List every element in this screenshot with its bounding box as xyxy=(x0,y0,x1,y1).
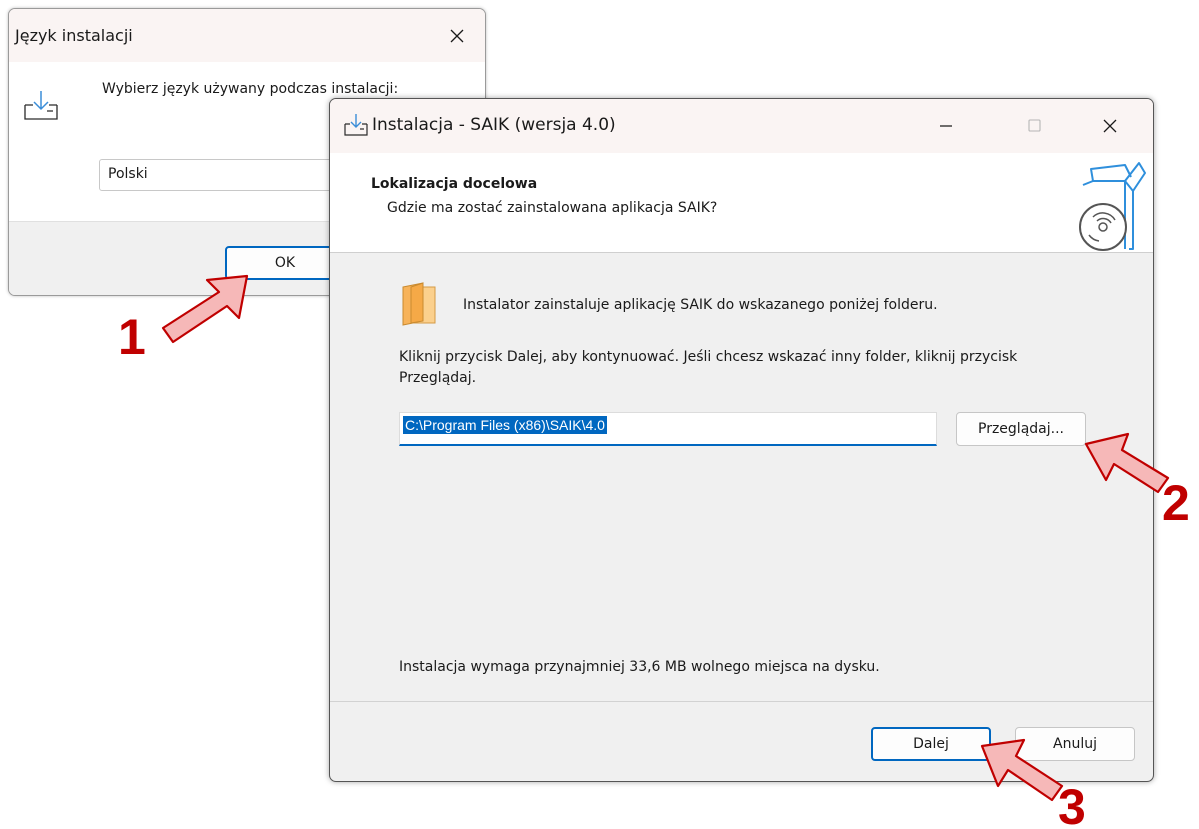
instructions-text: Kliknij przycisk Dalej, aby kontynuować.… xyxy=(399,349,1018,386)
step-3-label: 3 xyxy=(1058,779,1086,829)
footer-divider xyxy=(330,701,1153,702)
next-button[interactable]: Dalej xyxy=(871,727,991,761)
step-1-label: 1 xyxy=(118,309,146,365)
install-path-value: C:\Program Files (x86)\SAIK\4.0 xyxy=(403,416,607,434)
language-dialog-title: Język instalacji xyxy=(15,26,133,45)
install-icon xyxy=(344,114,368,136)
destination-info: Instalator zainstaluje aplikację SAIK do… xyxy=(463,297,938,313)
language-select-value: Polski xyxy=(108,166,148,182)
step-3-arrow xyxy=(980,738,1064,802)
install-path-input[interactable]: C:\Program Files (x86)\SAIK\4.0 xyxy=(399,412,937,446)
installer-titlebar[interactable]: Instalacja - SAIK (wersja 4.0) xyxy=(330,99,1153,153)
install-icon xyxy=(24,91,58,120)
language-dialog-titlebar[interactable]: Język instalacji xyxy=(9,9,485,62)
folder-icon xyxy=(402,282,436,326)
browse-button[interactable]: Przeglądaj... xyxy=(956,412,1086,446)
installer-title: Instalacja - SAIK (wersja 4.0) xyxy=(372,115,616,135)
page-subtitle: Gdzie ma zostać zainstalowana aplikacja … xyxy=(387,200,718,216)
installer-window: Instalacja - SAIK (wersja 4.0) Lokalizac… xyxy=(329,98,1154,782)
language-prompt: Wybierz język używany podczas instalacji… xyxy=(102,81,399,97)
close-icon[interactable] xyxy=(437,17,477,55)
step-2-arrow xyxy=(1084,432,1170,494)
maximize-icon[interactable] xyxy=(1012,107,1056,145)
disk-space-requirement: Instalacja wymaga przynajmniej 33,6 MB w… xyxy=(399,659,880,675)
close-icon[interactable] xyxy=(1088,107,1132,145)
wizard-header: Lokalizacja docelowa Gdzie ma zostać zai… xyxy=(330,153,1153,253)
software-box-icon xyxy=(1079,162,1146,251)
page-title: Lokalizacja docelowa xyxy=(371,176,538,192)
minimize-icon[interactable] xyxy=(924,107,968,145)
step-1-arrow xyxy=(161,274,249,344)
step-2-label: 2 xyxy=(1162,475,1190,531)
